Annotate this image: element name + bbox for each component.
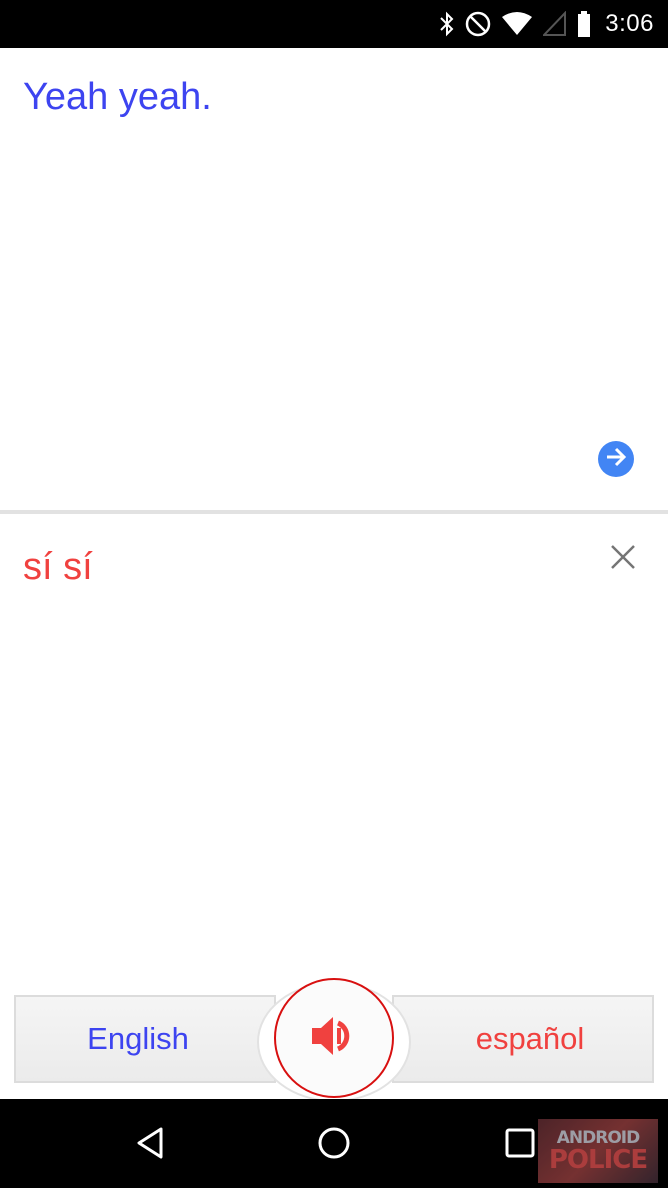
watermark-line2: POLICE	[548, 1144, 648, 1175]
source-text[interactable]: Yeah yeah.	[23, 76, 212, 119]
status-bar: 3:06	[0, 0, 668, 48]
source-panel[interactable]: Yeah yeah.	[0, 48, 668, 510]
do-not-disturb-icon	[465, 9, 491, 39]
source-language-button[interactable]: English	[14, 995, 276, 1083]
arrow-right-icon	[603, 444, 629, 475]
translation-text: sí sí	[23, 546, 93, 588]
battery-icon	[577, 9, 591, 39]
translate-go-button[interactable]	[598, 441, 634, 477]
target-language-button[interactable]: español	[392, 995, 654, 1083]
back-triangle-icon	[133, 1125, 167, 1166]
cell-signal-icon	[543, 9, 567, 39]
navigation-bar: ANDROID POLICE	[0, 1099, 668, 1188]
speaker-icon	[310, 1014, 358, 1063]
clock: 3:06	[605, 10, 654, 37]
close-icon	[610, 544, 636, 575]
target-panel: sí sí	[0, 514, 668, 974]
home-circle-icon	[316, 1125, 352, 1166]
source-language-label: English	[87, 1021, 189, 1056]
watermark-logo: ANDROID POLICE	[538, 1119, 658, 1183]
bluetooth-icon	[439, 9, 455, 39]
clear-button[interactable]	[604, 540, 642, 578]
recents-button[interactable]	[496, 1121, 544, 1169]
speak-button[interactable]	[274, 978, 394, 1098]
target-language-label: español	[475, 1021, 585, 1056]
wifi-icon	[501, 9, 533, 39]
home-button[interactable]	[310, 1121, 358, 1169]
recents-square-icon	[504, 1127, 536, 1164]
back-button[interactable]	[126, 1121, 174, 1169]
watermark-line1: ANDROID	[556, 1127, 640, 1148]
language-bar: English español	[0, 974, 668, 1102]
